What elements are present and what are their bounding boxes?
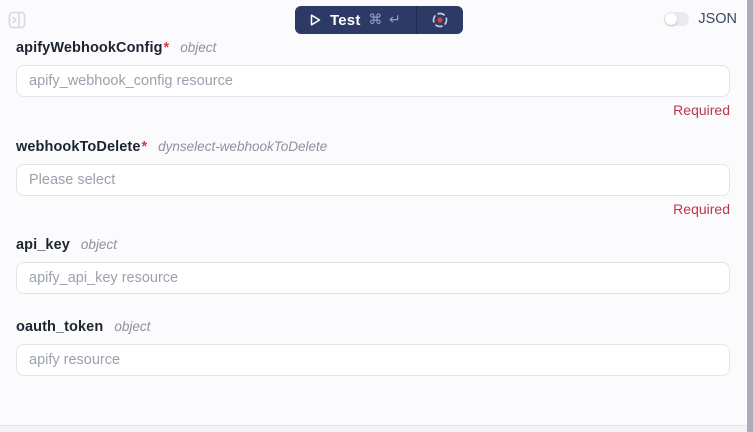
required-asterisk: * <box>141 139 148 155</box>
required-asterisk: * <box>163 40 170 56</box>
field-name: webhookToDelete <box>16 139 141 155</box>
test-button[interactable]: Test ⌘ ↵ <box>295 6 416 34</box>
field-type-label: object <box>180 40 217 55</box>
scrollbar-thumb[interactable] <box>747 0 753 432</box>
field-label-row: apifyWebhookConfig * object <box>16 40 730 56</box>
test-button-group: Test ⌘ ↵ <box>295 6 463 34</box>
test-button-label: Test <box>330 11 361 29</box>
test-shortcut-hint: ⌘ ↵ <box>368 12 402 28</box>
required-hint: Required <box>673 201 730 217</box>
field-name: apifyWebhookConfig <box>16 40 163 56</box>
field-group-webhookToDelete: webhookToDelete * dynselect-webhookToDel… <box>16 139 730 217</box>
panel-right-expand-icon <box>8 11 26 29</box>
focus-target-icon <box>432 12 448 28</box>
field-group-apifyWebhookConfig: apifyWebhookConfig * object Required <box>16 40 730 118</box>
field-label-row: api_key object <box>16 237 730 253</box>
field-name: api_key <box>16 237 70 253</box>
required-hint: Required <box>673 102 730 118</box>
play-icon <box>310 14 321 26</box>
field-name: oauth_token <box>16 319 104 335</box>
json-toggle-group: JSON <box>664 11 737 27</box>
field-group-api-key: api_key object <box>16 237 730 294</box>
webhook-to-delete-select[interactable] <box>16 164 730 196</box>
panel-toggle-button[interactable] <box>8 11 26 29</box>
json-toggle-label: JSON <box>698 11 737 27</box>
field-label-row: webhookToDelete * dynselect-webhookToDel… <box>16 139 730 155</box>
field-label-row: oauth_token object <box>16 319 730 335</box>
api-key-input[interactable] <box>16 262 730 294</box>
json-toggle-switch[interactable] <box>664 12 690 26</box>
focus-panel-button[interactable] <box>417 6 463 34</box>
field-type-label: dynselect-webhookToDelete <box>158 139 328 154</box>
field-group-oauth-token: oauth_token object <box>16 319 730 376</box>
field-type-label: object <box>114 319 151 334</box>
oauth-token-input[interactable] <box>16 344 730 376</box>
bottom-panel-edge <box>0 425 753 432</box>
toggle-knob <box>665 13 678 25</box>
apify-webhook-config-input[interactable] <box>16 65 730 97</box>
field-type-label: object <box>80 237 117 252</box>
